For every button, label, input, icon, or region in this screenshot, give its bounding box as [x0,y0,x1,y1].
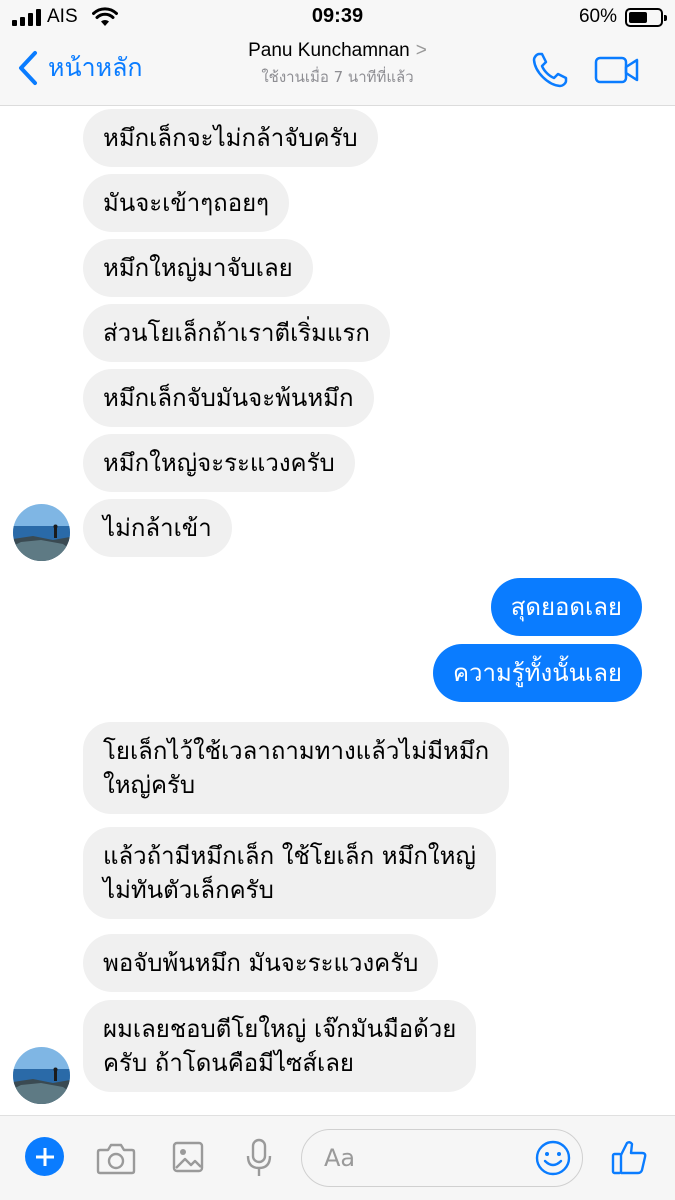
message-incoming[interactable]: หมึกใหญ่จะระแวงครับ [83,434,355,492]
gallery-icon[interactable] [172,1141,204,1173]
emoji-icon[interactable] [534,1139,572,1177]
status-time: 09:39 [311,5,364,27]
message-incoming[interactable]: ส่วนโยเล็กถ้าเราตีเริ่มแรก [83,304,390,362]
message-incoming[interactable]: ไม่กล้าเข้า [83,499,232,557]
phone-icon[interactable] [530,50,570,90]
conversation-header: หน้าหลัก Panu Kunchamnan > ใช้งานเมื่อ 7 … [0,34,675,106]
message-input[interactable] [324,1142,524,1174]
active-status: ใช้งานเมื่อ 7 นาทีที่แล้ว [261,68,414,86]
avatar[interactable] [13,504,70,561]
message-incoming[interactable]: พอจับพ้นหมึก มันจะระแวงครับ [83,934,439,992]
message-incoming[interactable]: ผมเลยชอบตีโยใหญ่ เจ๊กมันมือด้วย ครับ ถ้า… [83,1000,477,1092]
avatar[interactable] [13,1047,70,1104]
contact-name: Panu Kunchamnan [248,40,410,61]
contact-name-row: Panu Kunchamnan > [150,40,525,62]
back-button[interactable]: หน้าหลัก [16,48,143,88]
message-incoming[interactable]: มันจะเข้าๆถอยๆ [83,174,290,232]
chevron-right-icon: > [415,40,427,61]
composer-bar [0,1115,675,1200]
microphone-icon[interactable] [245,1138,273,1178]
plus-icon[interactable] [25,1137,64,1176]
status-bar: AIS 09:39 60% [0,0,675,34]
message-incoming[interactable]: หมึกใหญ่มาจับเลย [83,239,313,297]
status-right: 60% [578,6,667,28]
message-thread[interactable]: หมึกเล็กจะไม่กล้าจับครับ มันจะเข้าๆถอยๆ … [0,107,675,1114]
message-input-box[interactable] [301,1129,583,1187]
battery-icon [625,7,667,27]
contact-info[interactable]: Panu Kunchamnan > ใช้งานเมื่อ 7 นาทีที่แล… [150,40,525,89]
camera-icon[interactable] [96,1141,136,1175]
message-incoming[interactable]: หมึกเล็กจับมันจะพ้นหมึก [83,369,374,427]
chevron-left-icon [19,51,37,85]
message-incoming[interactable]: โยเล็กไว้ใช้เวลาถามทางแล้วไม่มีหมึก ใหญ่… [83,722,510,814]
message-incoming[interactable]: แล้วถ้ามีหมึกเล็ก ใช้โยเล็ก หมึกใหญ่ ไม่… [83,827,496,919]
message-outgoing[interactable]: สุดยอดเลย [490,578,642,636]
message-outgoing[interactable]: ความรู้ทั้งนั้นเลย [432,644,642,702]
message-incoming[interactable]: หมึกเล็กจะไม่กล้าจับครับ [83,109,378,167]
thumbs-up-icon[interactable] [611,1139,647,1175]
battery-percent: 60% [578,6,617,27]
back-label: หน้าหลัก [48,53,143,82]
video-camera-icon[interactable] [594,52,640,88]
